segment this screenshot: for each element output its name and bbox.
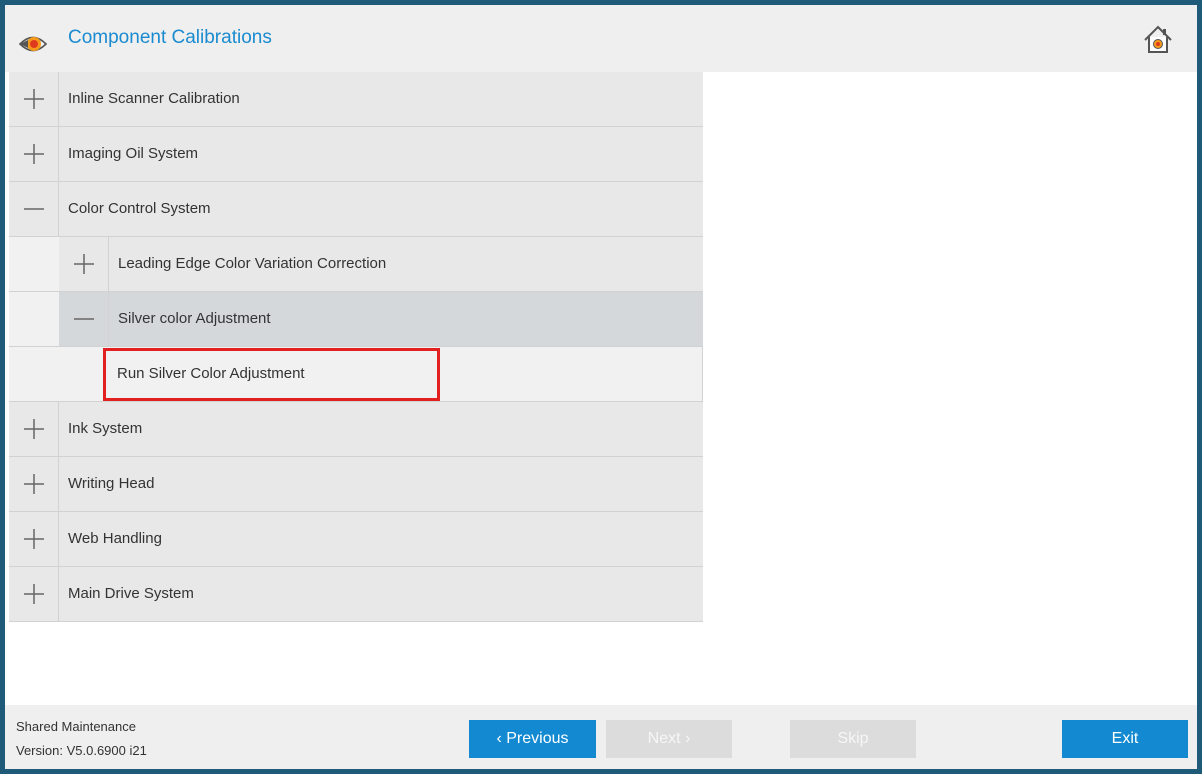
- expand-icon[interactable]: [9, 512, 59, 566]
- calibration-tree: Inline Scanner Calibration Imaging Oil S…: [9, 72, 703, 622]
- tree-item-label: Writing Head: [68, 475, 155, 492]
- page-title: Component Calibrations: [68, 27, 272, 48]
- expand-icon[interactable]: [9, 457, 59, 511]
- tree-item-silver-color-adjustment[interactable]: Silver color Adjustment: [9, 292, 703, 347]
- eye-icon: [18, 36, 48, 52]
- tree-item-leading-edge-color-variation-correction[interactable]: Leading Edge Color Variation Correction: [9, 237, 703, 292]
- expand-icon[interactable]: [9, 402, 59, 456]
- expand-icon[interactable]: [9, 567, 59, 621]
- tree-item-writing-head[interactable]: Writing Head: [9, 457, 703, 512]
- tree-item-label: Silver color Adjustment: [118, 310, 271, 327]
- previous-button[interactable]: ‹ Previous: [469, 720, 596, 758]
- next-button: Next ›: [606, 720, 732, 758]
- tree-item-color-control-system[interactable]: Color Control System: [9, 182, 703, 237]
- tree-item-label: Color Control System: [68, 200, 211, 217]
- tree-item-label: Inline Scanner Calibration: [68, 90, 240, 107]
- collapse-icon[interactable]: [9, 182, 59, 236]
- home-icon[interactable]: [1142, 24, 1174, 56]
- expand-icon[interactable]: [59, 237, 109, 291]
- expand-icon[interactable]: [9, 127, 59, 181]
- footer-bar: Shared Maintenance Version: V5.0.6900 i2…: [5, 705, 1197, 769]
- tree-item-label: Leading Edge Color Variation Correction: [118, 255, 387, 272]
- expand-icon[interactable]: [9, 72, 59, 126]
- app-window: Component Calibrations Inline Scanner Ca…: [0, 0, 1202, 774]
- tree-item-label: Main Drive System: [68, 585, 194, 602]
- exit-button[interactable]: Exit: [1062, 720, 1188, 758]
- tree-item-main-drive-system[interactable]: Main Drive System: [9, 567, 703, 622]
- tree-item-imaging-oil-system[interactable]: Imaging Oil System: [9, 127, 703, 182]
- header-bar: Component Calibrations: [5, 5, 1197, 72]
- tree-item-inline-scanner-calibration[interactable]: Inline Scanner Calibration: [9, 72, 703, 127]
- tree-item-web-handling[interactable]: Web Handling: [9, 512, 703, 567]
- collapse-icon[interactable]: [59, 292, 109, 346]
- tree-item-label: Imaging Oil System: [68, 145, 199, 162]
- tree-item-label: Run Silver Color Adjustment: [117, 365, 305, 382]
- tree-item-label: Web Handling: [68, 530, 162, 547]
- version-label: Version: V5.0.6900 i21: [16, 743, 147, 758]
- tree-item-run-silver-color-adjustment[interactable]: Run Silver Color Adjustment: [9, 347, 703, 402]
- product-name: Shared Maintenance: [16, 719, 136, 734]
- tree-item-label: Ink System: [68, 420, 143, 437]
- tree-item-ink-system[interactable]: Ink System: [9, 402, 703, 457]
- skip-button: Skip: [790, 720, 916, 758]
